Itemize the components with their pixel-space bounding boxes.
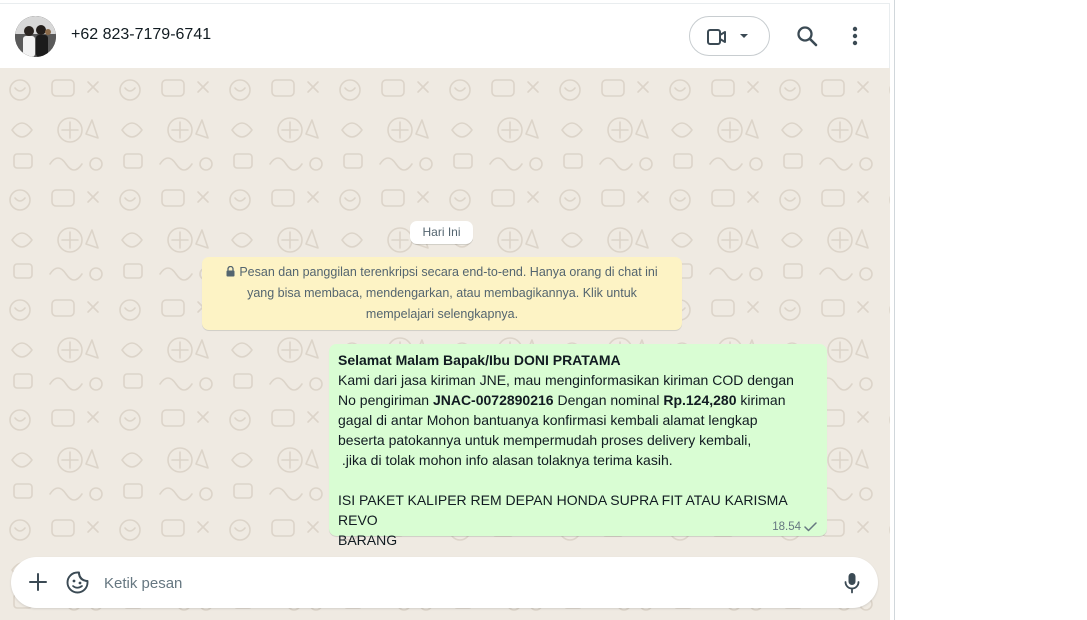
message-greeting: Selamat Malam Bapak/Ibu DONI PRATAMA [338, 352, 621, 368]
video-call-button[interactable] [689, 16, 770, 56]
video-call-icon [707, 29, 726, 45]
outgoing-message[interactable]: Selamat Malam Bapak/Ibu DONI PRATAMA Kam… [329, 344, 827, 548]
chat-area[interactable]: Hari Ini Pesan dan panggilan terenkripsi… [0, 68, 890, 620]
message-composer [11, 557, 878, 608]
sticker-icon[interactable] [66, 571, 89, 594]
contact-name[interactable]: +62 823-7179-6741 [71, 26, 211, 44]
check-icon [804, 522, 817, 532]
chat-header: +62 823-7179-6741 [0, 3, 890, 68]
message-text: Selamat Malam Bapak/Ibu DONI PRATAMA Kam… [338, 350, 818, 550]
plus-icon[interactable] [28, 572, 48, 592]
message-body-3: kiriman gagal di antar Mohon bantuanya k… [338, 392, 787, 548]
avatar-photo [15, 16, 56, 57]
message-body-2: Dengan nominal [553, 392, 664, 408]
encryption-notice[interactable]: Pesan dan panggilan terenkripsi secara e… [202, 257, 682, 330]
microphone-icon[interactable] [844, 572, 860, 594]
message-input[interactable] [104, 572, 804, 594]
avatar[interactable] [15, 16, 56, 57]
encryption-notice-text: Pesan dan panggilan terenkripsi secara e… [239, 265, 658, 321]
day-separator: Hari Ini [410, 221, 473, 244]
message-time: 18.54 [772, 521, 801, 533]
chat-window: +62 823-7179-6741 Hari Ini Pesan dan pan… [0, 0, 895, 620]
chevron-down-icon [740, 34, 748, 38]
tracking-number: JNAC-0072890216 [432, 392, 554, 408]
menu-icon[interactable] [851, 25, 859, 47]
lock-icon [226, 266, 235, 277]
message-meta: 18.54 [772, 521, 817, 533]
cod-amount: Rp.124,280 [663, 392, 737, 408]
search-icon[interactable] [796, 25, 818, 47]
